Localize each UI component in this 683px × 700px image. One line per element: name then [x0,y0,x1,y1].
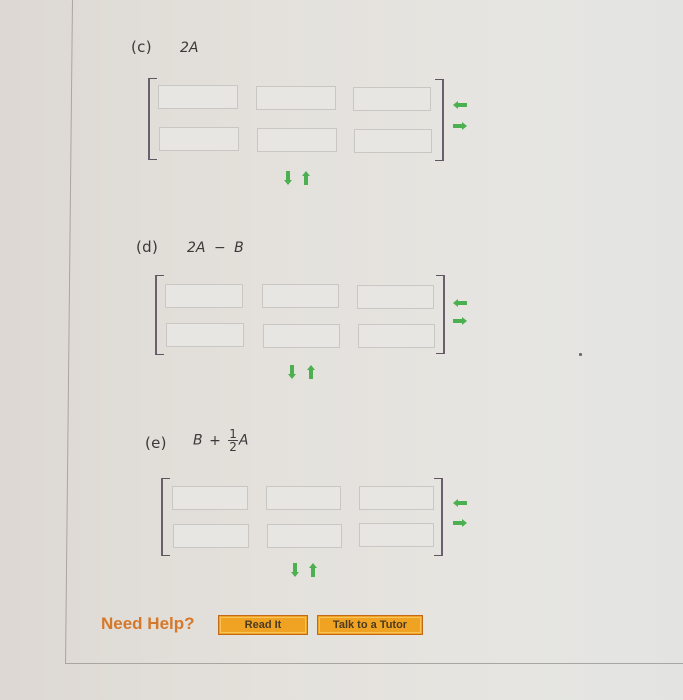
matrix-cell-r2c3[interactable] [359,523,434,547]
expression-rhs: A [238,432,249,449]
expression-operator: + [209,432,221,449]
matrix-cell-r2c2[interactable] [257,128,337,152]
need-help-label: Need Help? [101,614,195,633]
matrix-cell-r2c2[interactable] [267,524,342,548]
matrix-cell-r1c2[interactable] [256,86,336,110]
arrow-right-icon[interactable] [452,518,468,528]
matrix-left-bracket [161,478,170,556]
matrix-cell-r1c1[interactable] [165,284,243,308]
arrow-left-icon[interactable] [452,100,468,110]
matrix-cell-r1c1[interactable] [158,85,238,109]
answer-matrix [155,275,445,355]
matrix-cell-r1c3[interactable] [359,486,434,510]
row-arrows [452,298,472,338]
read-it-label: Read It [220,617,306,633]
column-arrows [290,562,320,580]
arrow-down-icon[interactable] [287,364,297,380]
matrix-cell-r1c2[interactable] [262,284,339,308]
matrix-cell-r2c3[interactable] [354,129,432,153]
matrix-cell-r1c2[interactable] [266,486,341,510]
answer-matrix [148,78,444,161]
matrix-left-bracket [148,78,157,160]
arrow-up-icon[interactable] [308,562,318,578]
fraction: 1 2 [228,428,238,453]
arrow-right-icon[interactable] [452,121,468,131]
expression-rhs: B [234,240,244,256]
arrow-up-icon[interactable] [306,364,316,380]
talk-to-tutor-button[interactable]: Talk to a Tutor [317,615,423,635]
matrix-cell-r2c1[interactable] [166,323,244,347]
read-it-button[interactable]: Read It [218,615,308,635]
talk-to-tutor-label: Talk to a Tutor [319,617,421,633]
arrow-left-icon[interactable] [452,298,468,308]
expression-lhs: 2A [187,240,206,256]
answer-matrix [161,478,443,556]
arrow-down-icon[interactable] [290,562,300,578]
row-arrows [452,498,472,538]
column-arrows [283,170,313,188]
row-arrows [452,100,472,140]
part-label: (c) [131,38,152,56]
matrix-cell-r2c2[interactable] [263,324,340,348]
matrix-cell-r2c3[interactable] [358,324,435,348]
part-expression: B + 1 2 A [193,428,248,453]
matrix-cell-r2c1[interactable] [173,524,249,548]
matrix-cell-r1c3[interactable] [353,87,431,111]
arrow-up-icon[interactable] [301,170,311,186]
fraction-denominator: 2 [229,440,237,454]
arrow-left-icon[interactable] [452,498,468,508]
screen-speck [579,353,582,356]
column-arrows [287,364,317,382]
matrix-cell-r2c1[interactable] [159,127,239,151]
part-expression: 2A − B [187,240,244,256]
matrix-cell-r1c1[interactable] [172,486,248,510]
expression-lhs: 2A [180,40,199,56]
arrow-down-icon[interactable] [283,170,293,186]
expression-lhs: B [193,432,203,449]
part-label: (d) [136,238,159,256]
matrix-right-bracket [434,478,443,556]
matrix-right-bracket [435,79,444,161]
arrow-right-icon[interactable] [452,316,468,326]
part-expression: 2A [180,40,198,56]
part-label: (e) [145,434,167,452]
expression-operator: − [213,240,226,256]
matrix-left-bracket [155,275,164,355]
matrix-cell-r1c3[interactable] [357,285,434,309]
matrix-right-bracket [436,275,445,354]
